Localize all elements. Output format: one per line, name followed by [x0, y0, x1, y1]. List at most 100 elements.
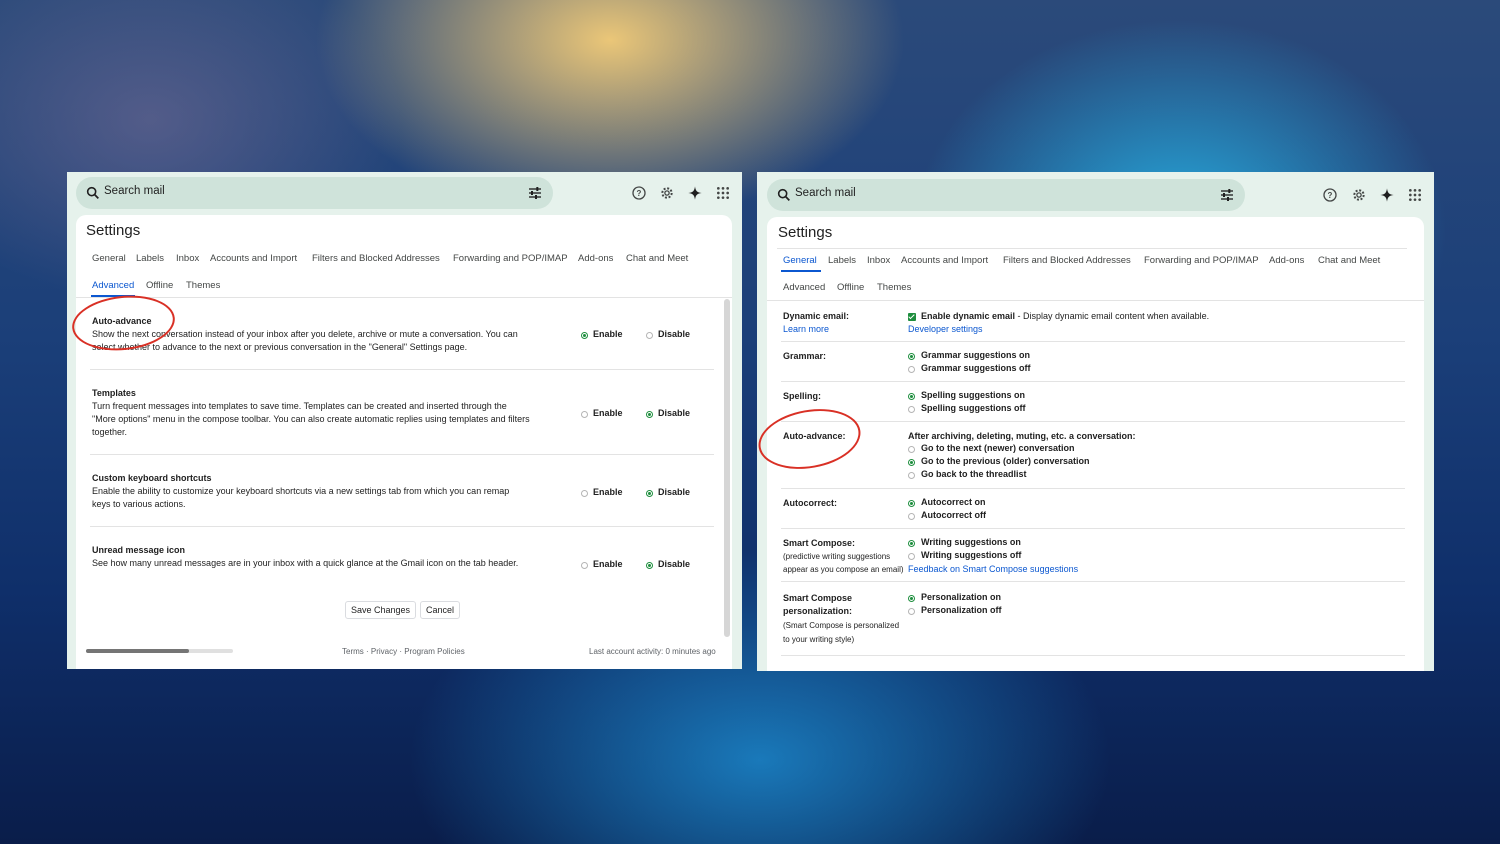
help-icon[interactable]: ? [631, 185, 647, 201]
personalization-off-radio[interactable] [908, 608, 915, 615]
tabs-divider [76, 297, 732, 298]
footer-links[interactable]: Terms · Privacy · Program Policies [342, 645, 465, 658]
spelling-off-label[interactable]: Spelling suggestions off [921, 403, 1026, 413]
row-divider [781, 421, 1405, 422]
templates-disable-label[interactable]: Disable [658, 408, 690, 418]
tab-addons[interactable]: Add-ons [578, 253, 613, 264]
tab-accounts[interactable]: Accounts and Import [210, 253, 297, 264]
writing-on-label[interactable]: Writing suggestions on [921, 537, 1021, 547]
dynamic-email-option-title[interactable]: Enable dynamic email [921, 311, 1015, 321]
auto-advance-next-radio[interactable] [908, 446, 915, 453]
tab-themes[interactable]: Themes [877, 282, 911, 293]
tab-forwarding[interactable]: Forwarding and POP/IMAP [453, 253, 568, 264]
tab-inbox[interactable]: Inbox [867, 255, 890, 266]
setting-title-unread-icon: Unread message icon [92, 545, 186, 555]
tab-filters[interactable]: Filters and Blocked Addresses [312, 253, 440, 264]
tabs-divider [767, 300, 1424, 301]
grammar-off-label[interactable]: Grammar suggestions off [921, 363, 1031, 373]
tab-addons[interactable]: Add-ons [1269, 255, 1304, 266]
tab-forwarding[interactable]: Forwarding and POP/IMAP [1144, 255, 1259, 266]
auto-advance-previous-label[interactable]: Go to the previous (older) conversation [921, 456, 1090, 466]
row-divider [781, 341, 1405, 342]
tab-advanced[interactable]: Advanced [92, 280, 134, 291]
spelling-off-radio[interactable] [908, 406, 915, 413]
autocorrect-on-label[interactable]: Autocorrect on [921, 497, 986, 507]
unread-enable-radio[interactable] [581, 562, 588, 569]
writing-off-radio[interactable] [908, 553, 915, 560]
learn-more-link[interactable]: Learn more [783, 323, 829, 336]
spelling-on-label[interactable]: Spelling suggestions on [921, 390, 1025, 400]
templates-enable-radio[interactable] [581, 411, 588, 418]
autocorrect-on-radio[interactable] [908, 500, 915, 507]
auto-advance-enable-label[interactable]: Enable [593, 329, 623, 339]
grammar-on-radio[interactable] [908, 353, 915, 360]
search-input[interactable]: Search mail [104, 185, 165, 197]
auto-advance-heading: After archiving, deleting, muting, etc. … [908, 431, 1136, 441]
developer-settings-link[interactable]: Developer settings [908, 323, 983, 336]
tab-chat[interactable]: Chat and Meet [626, 253, 688, 264]
tab-accounts[interactable]: Accounts and Import [901, 255, 988, 266]
shortcuts-disable-label[interactable]: Disable [658, 487, 690, 497]
tune-icon[interactable] [527, 185, 543, 201]
vertical-scrollbar[interactable] [724, 299, 730, 637]
personalization-sub2: to your writing style) [783, 635, 855, 644]
auto-advance-threadlist-radio[interactable] [908, 472, 915, 479]
grammar-off-radio[interactable] [908, 366, 915, 373]
shortcuts-enable-label[interactable]: Enable [593, 487, 623, 497]
shortcuts-enable-radio[interactable] [581, 490, 588, 497]
tab-labels[interactable]: Labels [828, 255, 856, 266]
tab-general[interactable]: General [783, 255, 817, 266]
search-bar[interactable]: Search mail [767, 179, 1245, 211]
autocorrect-off-label[interactable]: Autocorrect off [921, 510, 986, 520]
gear-icon[interactable] [1351, 187, 1367, 203]
tab-chat[interactable]: Chat and Meet [1318, 255, 1380, 266]
shortcuts-disable-radio[interactable] [646, 490, 653, 497]
horizontal-scrollbar-thumb[interactable] [86, 649, 189, 653]
tab-inbox[interactable]: Inbox [176, 253, 199, 264]
personalization-on-label[interactable]: Personalization on [921, 592, 1001, 602]
help-icon[interactable]: ? [1322, 187, 1338, 203]
writing-off-label[interactable]: Writing suggestions off [921, 550, 1021, 560]
tab-offline[interactable]: Offline [837, 282, 864, 293]
auto-advance-disable-label[interactable]: Disable [658, 329, 690, 339]
writing-on-radio[interactable] [908, 540, 915, 547]
unread-disable-label[interactable]: Disable [658, 559, 690, 569]
gemini-icon[interactable] [687, 185, 703, 201]
grammar-on-label[interactable]: Grammar suggestions on [921, 350, 1030, 360]
search-bar[interactable]: Search mail [76, 177, 553, 209]
search-input[interactable]: Search mail [795, 187, 856, 199]
personalization-off-label[interactable]: Personalization off [921, 605, 1002, 615]
row-divider [781, 528, 1405, 529]
auto-advance-disable-radio[interactable] [646, 332, 653, 339]
auto-advance-threadlist-label[interactable]: Go back to the threadlist [921, 469, 1027, 479]
personalization-on-radio[interactable] [908, 595, 915, 602]
search-icon[interactable] [85, 185, 101, 201]
spelling-on-radio[interactable] [908, 393, 915, 400]
autocorrect-off-radio[interactable] [908, 513, 915, 520]
save-changes-button[interactable]: Save Changes [345, 601, 417, 619]
apps-icon[interactable] [1407, 187, 1423, 203]
auto-advance-enable-radio[interactable] [581, 332, 588, 339]
grammar-label: Grammar: [783, 351, 827, 361]
unread-enable-label[interactable]: Enable [593, 559, 623, 569]
tune-icon[interactable] [1219, 187, 1235, 203]
templates-disable-radio[interactable] [646, 411, 653, 418]
dynamic-email-checkbox[interactable] [908, 313, 916, 321]
apps-icon[interactable] [715, 185, 731, 201]
tab-filters[interactable]: Filters and Blocked Addresses [1003, 255, 1131, 266]
templates-enable-label[interactable]: Enable [593, 408, 623, 418]
gemini-icon[interactable] [1379, 187, 1395, 203]
row-divider [90, 454, 714, 455]
auto-advance-next-label[interactable]: Go to the next (newer) conversation [921, 443, 1075, 453]
auto-advance-previous-radio[interactable] [908, 459, 915, 466]
search-icon[interactable] [776, 187, 792, 203]
cancel-button[interactable]: Cancel [420, 601, 461, 619]
tab-labels[interactable]: Labels [136, 253, 164, 264]
tab-offline[interactable]: Offline [146, 280, 173, 291]
tab-themes[interactable]: Themes [186, 280, 220, 291]
tab-general[interactable]: General [92, 253, 126, 264]
unread-disable-radio[interactable] [646, 562, 653, 569]
gear-icon[interactable] [659, 185, 675, 201]
tab-advanced[interactable]: Advanced [783, 282, 825, 293]
smart-compose-feedback-link[interactable]: Feedback on Smart Compose suggestions [908, 563, 1078, 576]
